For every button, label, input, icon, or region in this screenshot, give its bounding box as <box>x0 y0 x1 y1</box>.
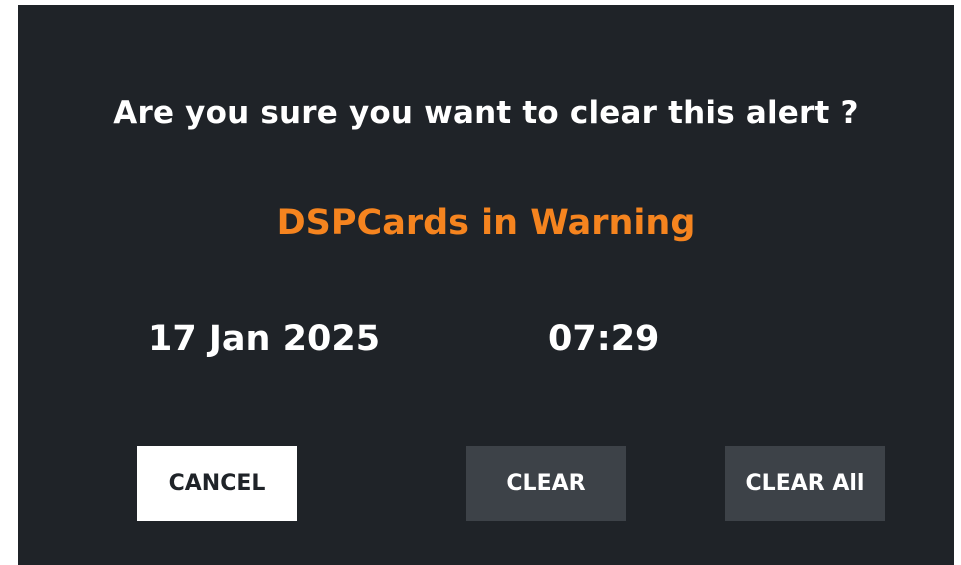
clear-all-button[interactable]: CLEAR All <box>725 446 885 521</box>
alert-date: 17 Jan 2025 <box>148 319 381 359</box>
confirmation-question: Are you sure you want to clear this aler… <box>113 95 859 131</box>
cancel-button[interactable]: CANCEL <box>137 446 297 521</box>
alert-name: DSPCards in Warning <box>276 203 696 243</box>
alert-time: 07:29 <box>548 319 660 359</box>
clear-alert-dialog: Are you sure you want to clear this aler… <box>18 5 954 565</box>
clear-button[interactable]: CLEAR <box>466 446 626 521</box>
